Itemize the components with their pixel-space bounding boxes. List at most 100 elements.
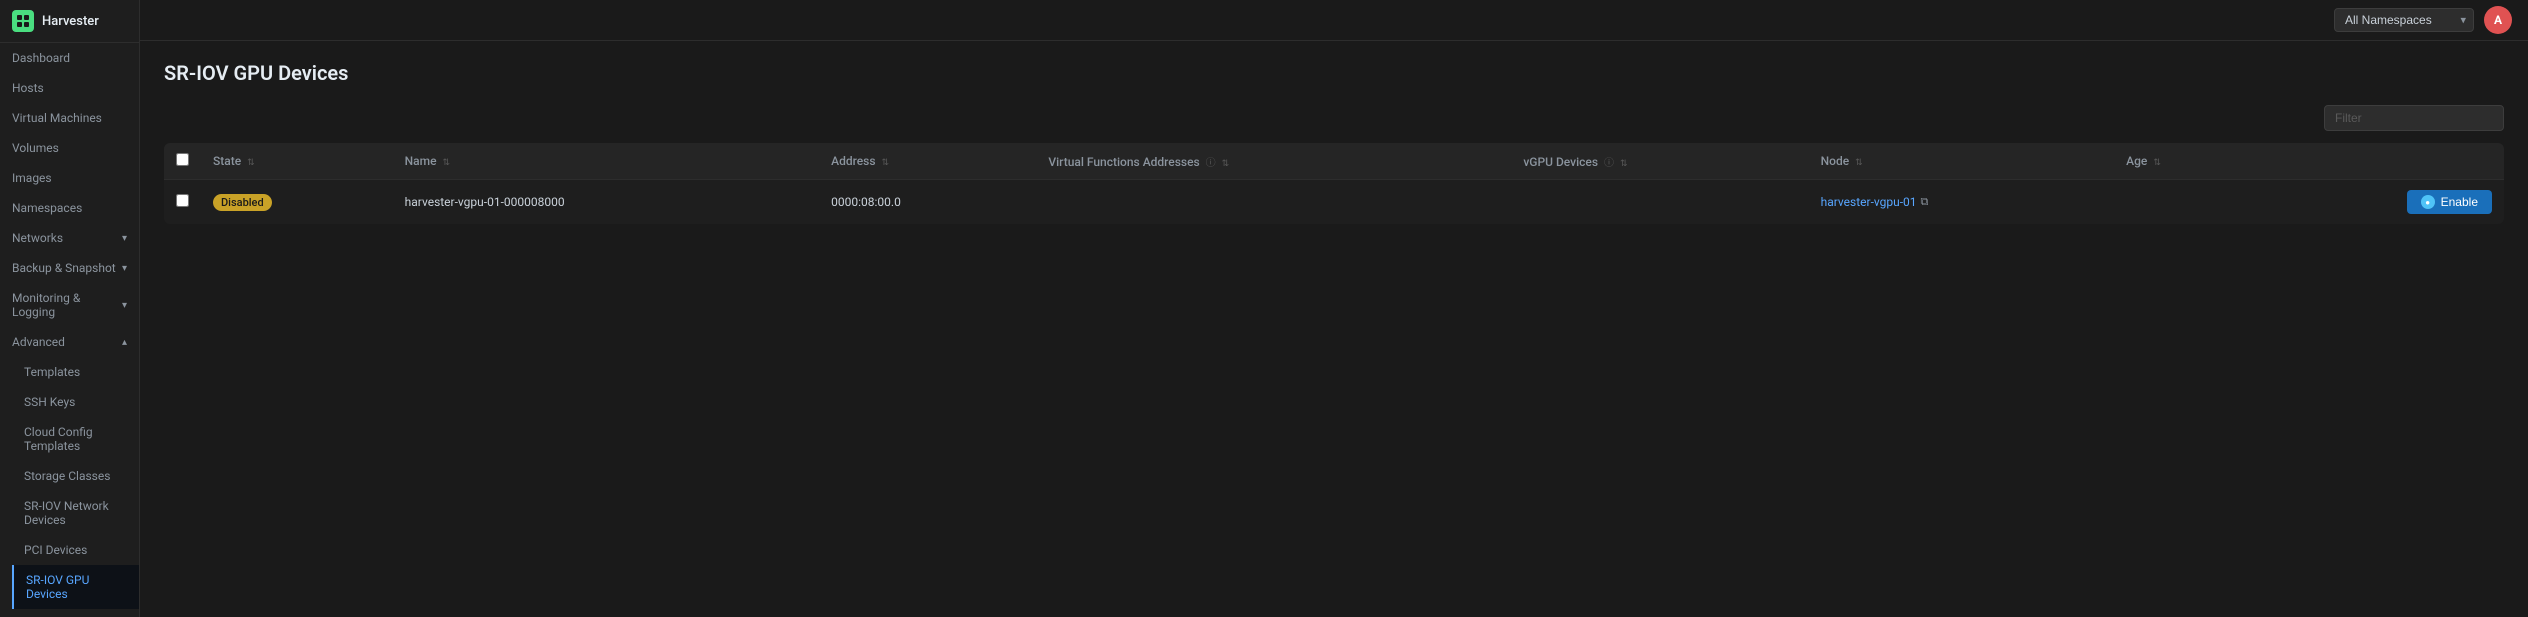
app-name: Harvester bbox=[42, 14, 99, 29]
sort-icon: ⇅ bbox=[1620, 159, 1628, 169]
sidebar-item-label: Virtual Machines bbox=[12, 111, 102, 125]
sidebar-item-sr-iov-network-devices[interactable]: SR-IOV Network Devices bbox=[12, 491, 139, 535]
sidebar-item-label: Volumes bbox=[12, 141, 59, 155]
sidebar-item-cloud-config-templates[interactable]: Cloud Config Templates bbox=[12, 417, 139, 461]
col-vgpu-devices: vGPU Devices ⓘ ⇅ bbox=[1511, 143, 1808, 180]
sidebar-item-sr-iov-gpu-devices[interactable]: SR-IOV GPU Devices bbox=[12, 565, 139, 609]
sidebar-item-pci-devices[interactable]: PCI Devices bbox=[12, 535, 139, 565]
sidebar-item-label: Storage Classes bbox=[24, 469, 110, 483]
app-logo: Harvester bbox=[0, 0, 139, 43]
table-row: Disabled harvester-vgpu-01-000008000 000… bbox=[164, 180, 2504, 225]
logo-icon bbox=[12, 10, 34, 32]
row-address: 0000:08:00.0 bbox=[831, 195, 901, 209]
sidebar-item-dashboard[interactable]: Dashboard bbox=[0, 43, 139, 73]
topbar: All Namespaces default harvester-system … bbox=[140, 0, 2528, 41]
sidebar-item-label: SR-IOV GPU Devices bbox=[26, 573, 127, 601]
sort-icon: ⇅ bbox=[882, 158, 890, 168]
enable-label: Enable bbox=[2441, 195, 2478, 209]
row-age-cell bbox=[2114, 180, 2250, 225]
row-vfa-cell bbox=[1036, 180, 1511, 225]
filter-bar bbox=[164, 105, 2504, 131]
table-body: Disabled harvester-vgpu-01-000008000 000… bbox=[164, 180, 2504, 225]
page-content: SR-IOV GPU Devices State ⇅ Name ⇅ bbox=[140, 41, 2528, 617]
col-vfa-label: Virtual Functions Addresses bbox=[1048, 155, 1199, 169]
col-name-label: Name bbox=[405, 154, 437, 168]
sidebar-item-label: Backup & Snapshot bbox=[12, 261, 116, 275]
col-address: Address ⇅ bbox=[819, 143, 1036, 180]
sort-icon: ⇅ bbox=[443, 158, 451, 168]
col-node-label: Node bbox=[1821, 154, 1850, 168]
row-node-cell: harvester-vgpu-01 ⧉ bbox=[1809, 180, 2115, 225]
chevron-down-icon: ▾ bbox=[122, 300, 127, 311]
user-initials: A bbox=[2494, 13, 2502, 27]
sidebar-item-label: Dashboard bbox=[12, 51, 70, 65]
copy-icon[interactable]: ⧉ bbox=[1921, 195, 1929, 209]
sr-iov-gpu-devices-table: State ⇅ Name ⇅ Address ⇅ Virtual Functio… bbox=[164, 143, 2504, 224]
select-all-checkbox[interactable] bbox=[176, 153, 189, 166]
sidebar-item-label: SR-IOV Network Devices bbox=[24, 499, 127, 527]
row-checkbox[interactable] bbox=[176, 194, 189, 207]
namespace-select[interactable]: All Namespaces default harvester-system bbox=[2334, 8, 2474, 32]
sidebar-item-vgpu-devices[interactable]: vGPU Devices bbox=[12, 609, 139, 617]
sidebar-item-label: Cloud Config Templates bbox=[24, 425, 127, 453]
sidebar-item-label: Namespaces bbox=[12, 201, 82, 215]
sidebar-item-namespaces[interactable]: Namespaces bbox=[0, 193, 139, 223]
col-actions bbox=[2250, 143, 2504, 180]
col-node: Node ⇅ bbox=[1809, 143, 2115, 180]
node-link-text: harvester-vgpu-01 bbox=[1821, 195, 1917, 209]
info-icon: ⓘ bbox=[1206, 158, 1216, 169]
sidebar-item-label: Networks bbox=[12, 231, 63, 245]
namespace-selector-wrapper: All Namespaces default harvester-system bbox=[2334, 8, 2474, 32]
col-address-label: Address bbox=[831, 154, 875, 168]
sidebar-item-templates[interactable]: Templates bbox=[12, 357, 139, 387]
sidebar: Harvester Dashboard Hosts Virtual Machin… bbox=[0, 0, 140, 617]
col-age: Age ⇅ bbox=[2114, 143, 2250, 180]
enable-icon: ● bbox=[2421, 195, 2435, 209]
node-link[interactable]: harvester-vgpu-01 ⧉ bbox=[1821, 195, 1929, 209]
sidebar-item-advanced[interactable]: Advanced ▴ bbox=[0, 327, 139, 357]
row-address-cell: 0000:08:00.0 bbox=[819, 180, 1036, 225]
sidebar-item-label: Advanced bbox=[12, 335, 65, 349]
page-title: SR-IOV GPU Devices bbox=[164, 61, 2504, 85]
row-vgpu-cell bbox=[1511, 180, 1808, 225]
sidebar-item-backup-snapshot[interactable]: Backup & Snapshot ▾ bbox=[0, 253, 139, 283]
sidebar-item-label: Hosts bbox=[12, 81, 44, 95]
sort-icon: ⇅ bbox=[1222, 159, 1230, 169]
sidebar-item-monitoring-logging[interactable]: Monitoring & Logging ▾ bbox=[0, 283, 139, 327]
sidebar-item-label: PCI Devices bbox=[24, 543, 87, 557]
sidebar-item-label: Images bbox=[12, 171, 52, 185]
col-state: State ⇅ bbox=[201, 143, 393, 180]
select-all-header bbox=[164, 143, 201, 180]
sort-icon: ⇅ bbox=[247, 158, 255, 168]
avatar[interactable]: A bbox=[2484, 6, 2512, 34]
filter-input[interactable] bbox=[2324, 105, 2504, 131]
sidebar-item-images[interactable]: Images bbox=[0, 163, 139, 193]
table-header: State ⇅ Name ⇅ Address ⇅ Virtual Functio… bbox=[164, 143, 2504, 180]
chevron-up-icon: ▴ bbox=[122, 337, 127, 348]
row-name-cell: harvester-vgpu-01-000008000 bbox=[393, 180, 819, 225]
sidebar-item-label: SSH Keys bbox=[24, 395, 75, 409]
sidebar-item-virtual-machines[interactable]: Virtual Machines bbox=[0, 103, 139, 133]
sidebar-item-label: Monitoring & Logging bbox=[12, 291, 116, 319]
sidebar-item-ssh-keys[interactable]: SSH Keys bbox=[12, 387, 139, 417]
col-age-label: Age bbox=[2126, 154, 2147, 168]
col-name: Name ⇅ bbox=[393, 143, 819, 180]
row-action-cell: ● Enable bbox=[2250, 180, 2504, 225]
row-state-cell: Disabled bbox=[201, 180, 393, 225]
sidebar-item-networks[interactable]: Networks ▾ bbox=[0, 223, 139, 253]
sidebar-item-volumes[interactable]: Volumes bbox=[0, 133, 139, 163]
col-virtual-functions-addresses: Virtual Functions Addresses ⓘ ⇅ bbox=[1036, 143, 1511, 180]
info-icon: ⓘ bbox=[1604, 158, 1614, 169]
enable-button[interactable]: ● Enable bbox=[2407, 190, 2492, 214]
col-state-label: State bbox=[213, 154, 241, 168]
chevron-down-icon: ▾ bbox=[122, 233, 127, 244]
sidebar-item-storage-classes[interactable]: Storage Classes bbox=[12, 461, 139, 491]
main-content: All Namespaces default harvester-system … bbox=[140, 0, 2528, 617]
sort-icon: ⇅ bbox=[2153, 158, 2161, 168]
chevron-down-icon: ▾ bbox=[122, 263, 127, 274]
sidebar-item-label: Templates bbox=[24, 365, 80, 379]
row-name: harvester-vgpu-01-000008000 bbox=[405, 195, 565, 209]
status-badge: Disabled bbox=[213, 194, 272, 211]
row-checkbox-cell bbox=[164, 180, 201, 225]
sidebar-item-hosts[interactable]: Hosts bbox=[0, 73, 139, 103]
